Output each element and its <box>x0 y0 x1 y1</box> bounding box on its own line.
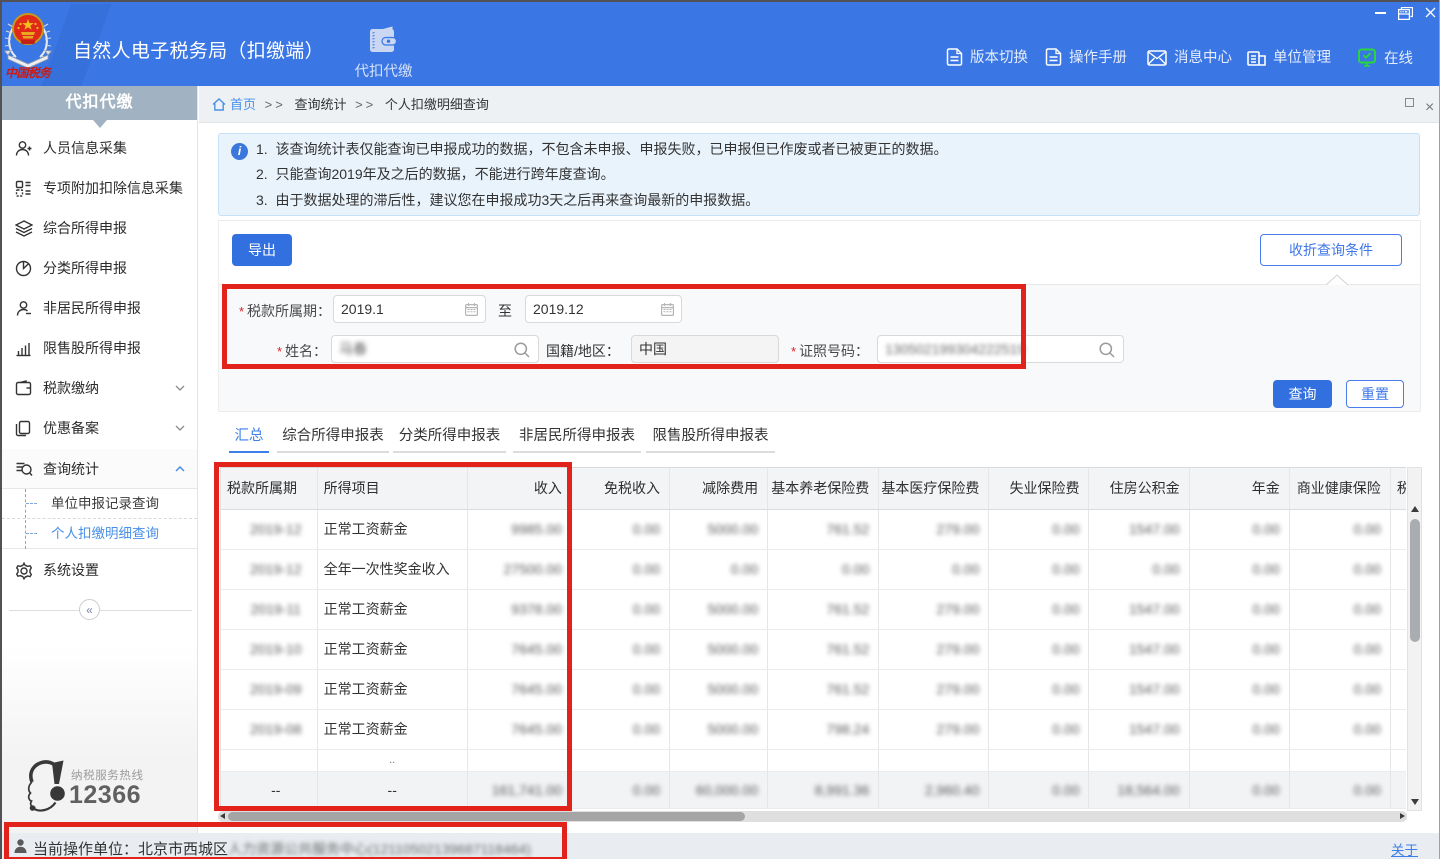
svg-text:中国税务: 中国税务 <box>5 66 53 79</box>
